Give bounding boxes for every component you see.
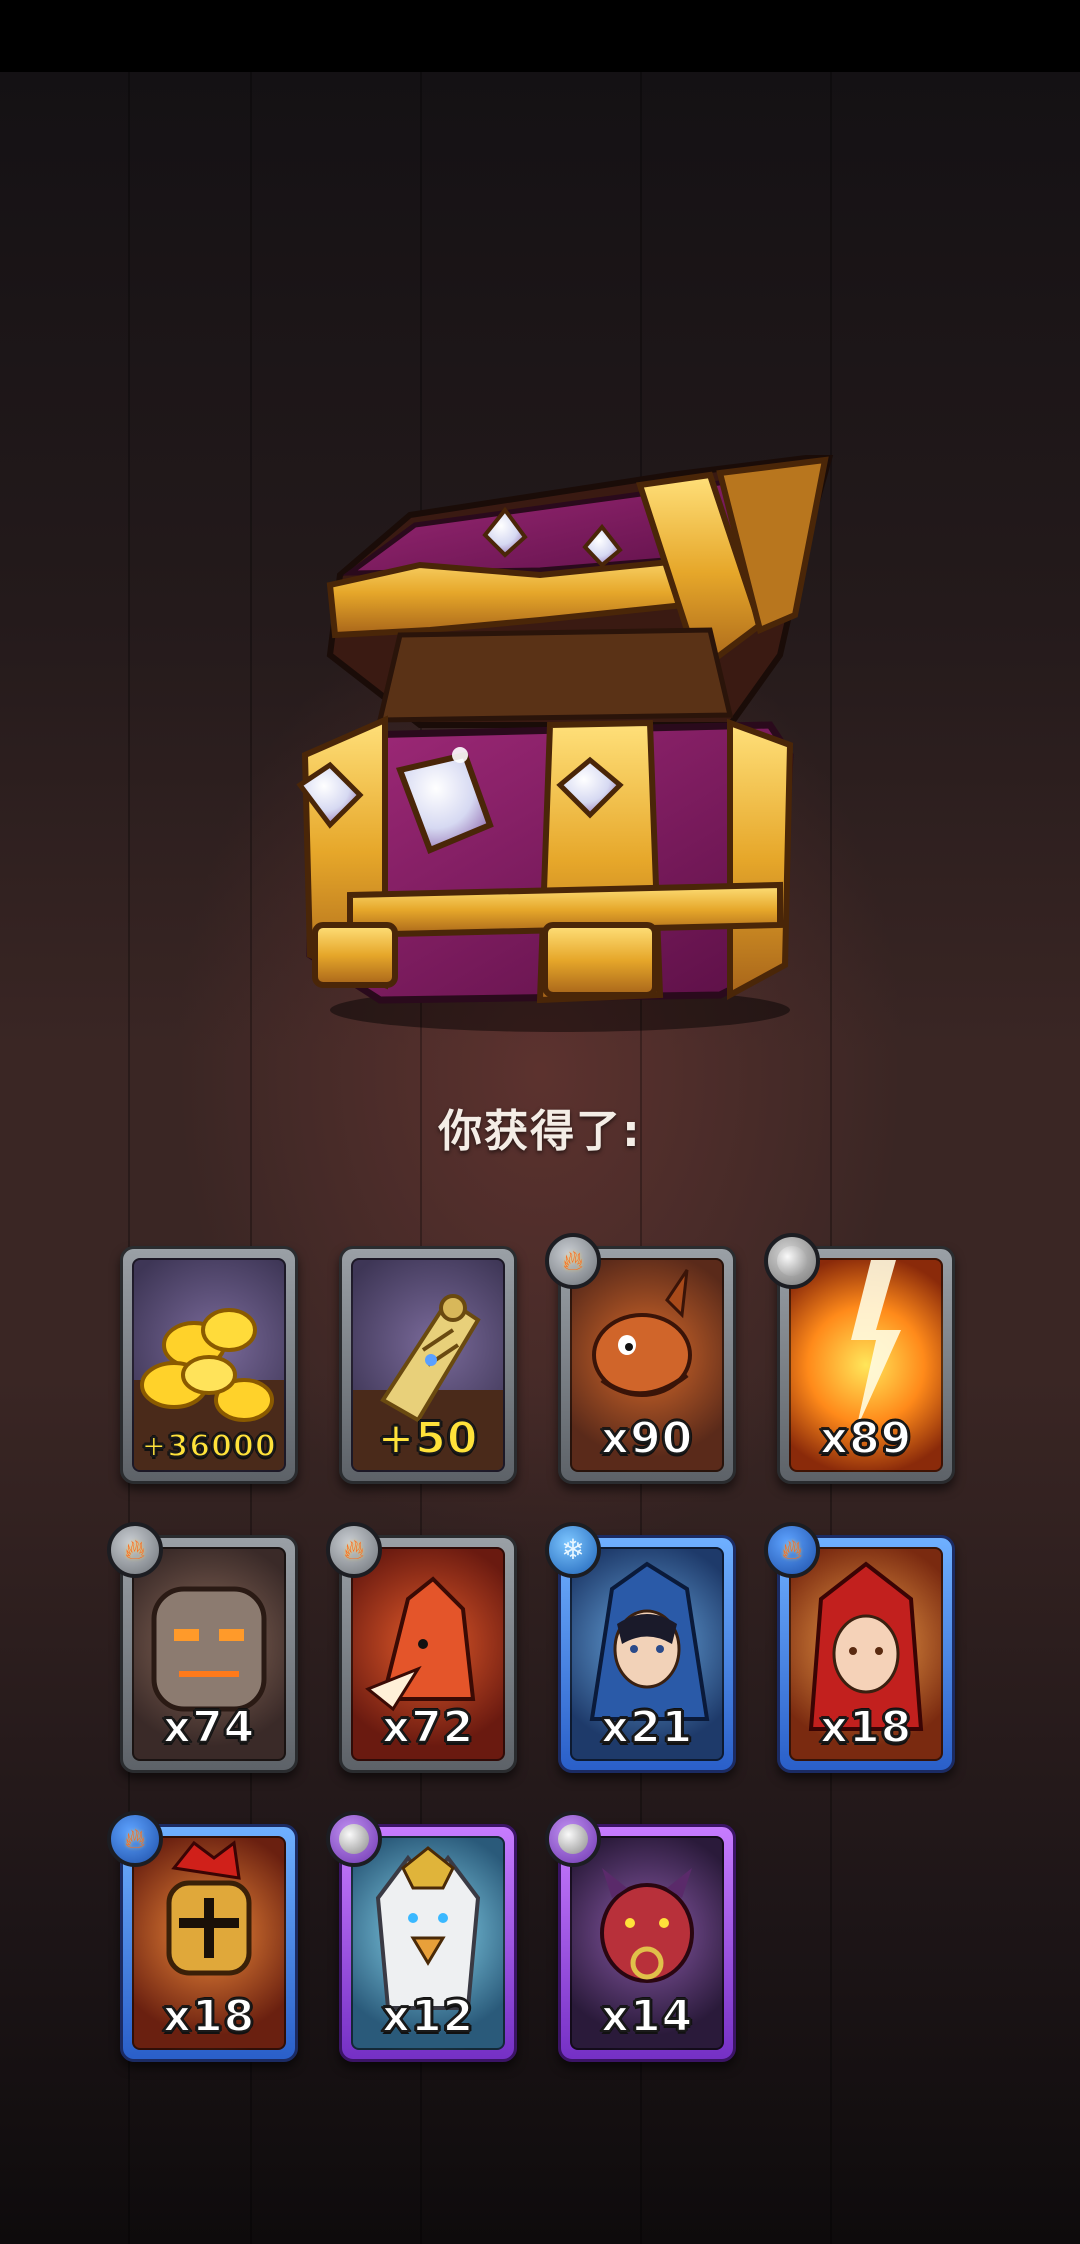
reward-card-lightning[interactable]: x89 — [764, 1233, 955, 1484]
reward-card-fire-fox[interactable]: 🔥︎ x72 — [326, 1522, 517, 1773]
boar-demon-hero-art: x14 — [570, 1836, 724, 2050]
reward-card-golem[interactable]: 🔥︎ x74 — [107, 1522, 298, 1773]
griffin-hero-art: x12 — [351, 1836, 505, 2050]
reward-amount: +36000 — [140, 1428, 277, 1465]
reward-screen[interactable]: 你获得了: +36000 +50 🔥︎ x90 x89 🔥︎ x74 🔥︎ x7… — [0, 0, 1080, 2244]
reward-amount: x14 — [600, 1990, 694, 2043]
reward-amount: x21 — [600, 1701, 694, 1754]
reward-card-dragon[interactable]: 🔥︎ x90 — [545, 1233, 736, 1484]
reward-card-knight[interactable]: 🔥︎ x18 — [107, 1811, 298, 2062]
dragon-hero-art: x90 — [570, 1258, 724, 1472]
golem-hero-art: x74 — [132, 1547, 286, 1761]
red-hood-hero-art: x18 — [789, 1547, 943, 1761]
reward-card-red-hood[interactable]: 🔥︎ x18 — [764, 1522, 955, 1773]
reward-card-ice-mage[interactable]: ❄ x21 — [545, 1522, 736, 1773]
reward-amount: +50 — [376, 1412, 479, 1465]
fire-element-icon: 🔥︎ — [107, 1522, 163, 1578]
fire-element-icon: 🔥︎ — [107, 1811, 163, 1867]
reward-card-scroll[interactable]: +50 — [339, 1246, 517, 1484]
reward-card-griffin[interactable]: x12 — [326, 1811, 517, 2062]
lightning-spell-art: x89 — [789, 1258, 943, 1472]
reward-amount: x72 — [381, 1701, 475, 1754]
reward-amount: x12 — [381, 1990, 475, 2043]
reward-amount: x74 — [162, 1701, 256, 1754]
reward-card-gold[interactable]: +36000 — [120, 1246, 298, 1484]
status-bar — [0, 0, 1080, 72]
scroll-art: +50 — [351, 1258, 505, 1472]
gold-coins-art: +36000 — [132, 1258, 286, 1472]
ice-mage-hero-art: x21 — [570, 1547, 724, 1761]
treasure-chest-image — [296, 455, 834, 1032]
earth-element-icon — [326, 1811, 382, 1867]
ice-element-icon: ❄ — [545, 1522, 601, 1578]
earth-element-icon — [545, 1811, 601, 1867]
fire-fox-hero-art: x72 — [351, 1547, 505, 1761]
reward-amount: x18 — [819, 1701, 913, 1754]
fire-element-icon: 🔥︎ — [545, 1233, 601, 1289]
reward-amount: x18 — [162, 1990, 256, 2043]
reward-title: 你获得了: — [438, 1106, 642, 1157]
reward-amount: x89 — [819, 1412, 913, 1465]
knight-hero-art: x18 — [132, 1836, 286, 2050]
fire-element-icon: 🔥︎ — [326, 1522, 382, 1578]
reward-amount: x90 — [600, 1412, 694, 1465]
reward-card-boar-demon[interactable]: x14 — [545, 1811, 736, 2062]
fire-element-icon: 🔥︎ — [764, 1522, 820, 1578]
earth-element-icon — [764, 1233, 820, 1289]
